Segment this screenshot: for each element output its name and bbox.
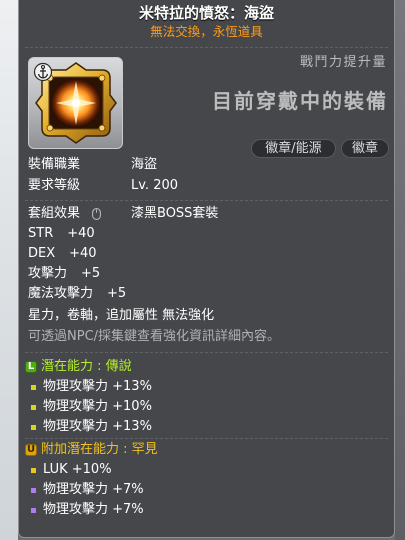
- required-level-row: 要求等級 Lv. 200: [28, 176, 388, 196]
- bullet-icon: [31, 405, 36, 410]
- stat-row-magic-attack: 魔法攻擊力 +5: [28, 284, 388, 304]
- item-tooltip: 米特拉的憤怒：海盜 無法交換，永恆道具 戰鬥力提升量 目前穿戴中的裝備 徽章/能…: [18, 0, 395, 538]
- potential-line: 物理攻擊力 +10%: [28, 397, 388, 417]
- potential-line-text: 物理攻擊力 +10%: [43, 399, 152, 414]
- bullet-icon: [31, 385, 36, 390]
- stat-value: +40: [69, 246, 97, 261]
- section-divider: [25, 47, 388, 48]
- set-effect-row: 套組效果 漆黑BOSS套裝: [28, 204, 388, 224]
- potential-line: 物理攻擊力 +13%: [28, 377, 388, 397]
- stat-value: +5: [81, 266, 101, 281]
- potential-header: L 潛在能力 : 傳說: [25, 357, 385, 377]
- required-job-row: 裝備職業 海盜: [28, 155, 388, 175]
- equipped-item-label: 目前穿戴中的裝備: [212, 89, 388, 113]
- set-effect-label: 套組效果: [28, 206, 81, 221]
- stat-value: +40: [67, 226, 95, 241]
- required-job-value: 海盜: [131, 157, 158, 172]
- bullet-icon: [31, 488, 36, 493]
- anchor-icon: [33, 62, 53, 82]
- section-divider: [25, 200, 388, 201]
- required-level-label: 要求等級: [28, 178, 81, 193]
- bullet-icon: [31, 425, 36, 430]
- potential-line-text: 物理攻擊力 +13%: [43, 379, 152, 394]
- legendary-grade-icon: L: [25, 361, 37, 373]
- enhance-restriction-text: 星力，卷軸，追加屬性 無法強化: [28, 308, 215, 323]
- stat-label: DEX: [28, 246, 56, 261]
- potential-line-text: 物理攻擊力 +13%: [43, 419, 152, 434]
- bullet-icon: [31, 508, 36, 513]
- stat-value: +5: [107, 286, 127, 301]
- unique-grade-icon: U: [25, 444, 37, 456]
- set-effect-value: 漆黑BOSS套裝: [131, 206, 219, 221]
- additional-potential-line: 物理攻擊力 +7%: [28, 500, 388, 520]
- stat-label: 魔法攻擊力: [28, 286, 94, 301]
- enhance-hint-text: 可透過NPC/採集鍵查看強化資訊詳細內容。: [28, 329, 281, 344]
- stat-row-str: STR +40: [28, 224, 388, 244]
- required-level-value: Lv. 200: [131, 178, 179, 193]
- additional-potential-line-text: 物理攻擊力 +7%: [43, 502, 144, 517]
- game-background-left: [0, 0, 18, 540]
- additional-potential-line-text: LUK +10%: [43, 462, 112, 477]
- additional-potential-line: LUK +10%: [28, 460, 388, 480]
- game-background-right: [395, 0, 405, 540]
- combat-power-label: 戰鬥力提升量: [299, 55, 387, 70]
- section-divider: [25, 352, 388, 353]
- required-job-label: 裝備職業: [28, 157, 81, 172]
- potential-title: 潛在能力 : 傳說: [41, 359, 132, 374]
- additional-potential-title: 附加潛在能力 : 罕見: [41, 442, 158, 457]
- bullet-icon: [31, 468, 36, 473]
- stat-row-attack: 攻擊力 +5: [28, 264, 388, 284]
- stat-label: 攻擊力: [28, 266, 68, 281]
- item-name: 米特拉的憤怒：海盜: [138, 4, 274, 22]
- item-icon-frame: [28, 57, 123, 149]
- additional-potential-line-text: 物理攻擊力 +7%: [43, 482, 144, 497]
- section-divider: [25, 438, 388, 439]
- additional-potential-line: 物理攻擊力 +7%: [28, 480, 388, 500]
- additional-potential-header: U 附加潛在能力 : 罕見: [25, 440, 385, 460]
- potential-line: 物理攻擊力 +13%: [28, 417, 388, 437]
- stat-row-dex: DEX +40: [28, 244, 388, 264]
- mouse-icon: [92, 208, 101, 220]
- stat-label: STR: [28, 226, 54, 241]
- trade-restriction-text: 無法交換，永恆道具: [150, 24, 263, 39]
